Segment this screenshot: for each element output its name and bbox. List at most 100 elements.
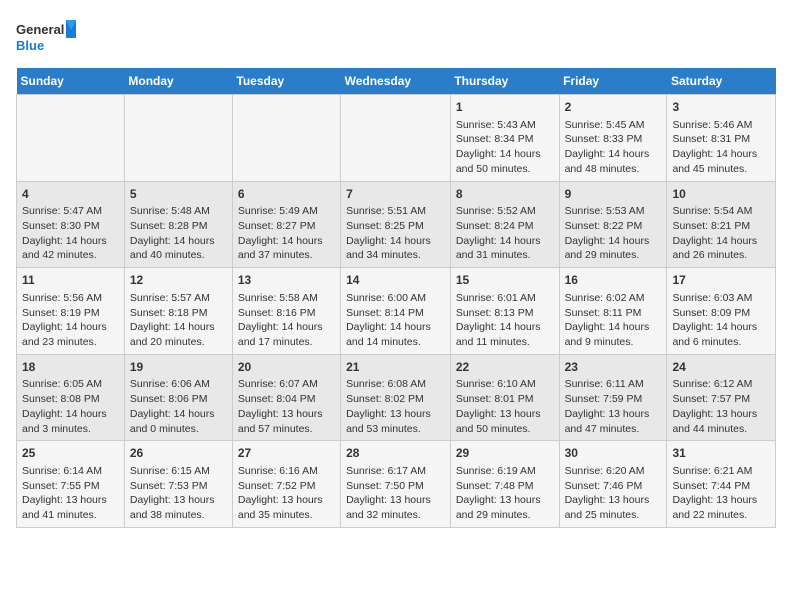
sunset-label: Sunset: 8:25 PM (346, 220, 424, 232)
day-number: 4 (22, 186, 119, 203)
sunrise-label: Sunrise: 6:01 AM (456, 292, 536, 304)
sunset-label: Sunset: 8:33 PM (565, 133, 643, 145)
sunrise-label: Sunrise: 5:43 AM (456, 119, 536, 131)
daylight-label: Daylight: 13 hours and 38 minutes. (130, 494, 215, 521)
calendar-cell: 1 Sunrise: 5:43 AM Sunset: 8:34 PM Daylight… (450, 95, 559, 182)
calendar-cell: 17Sunrise: 6:03 AMSunset: 8:09 PMDayligh… (667, 268, 776, 355)
day-number: 10 (672, 186, 770, 203)
day-number: 29 (456, 445, 554, 462)
day-number: 6 (238, 186, 335, 203)
calendar-cell: 3Sunrise: 5:46 AMSunset: 8:31 PMDaylight… (667, 95, 776, 182)
day-of-week-header: Thursday (450, 68, 559, 95)
day-number: 22 (456, 359, 554, 376)
day-of-week-header: Saturday (667, 68, 776, 95)
sunrise-label: Sunrise: 6:08 AM (346, 378, 426, 390)
day-number: 24 (672, 359, 770, 376)
sunset-label: Sunset: 7:50 PM (346, 480, 424, 492)
sunrise-label: Sunrise: 6:20 AM (565, 465, 645, 477)
daylight-label: Daylight: 13 hours and 50 minutes. (456, 408, 541, 435)
daylight-label: Daylight: 13 hours and 29 minutes. (456, 494, 541, 521)
daylight-label: Daylight: 14 hours and 14 minutes. (346, 321, 431, 348)
sunrise-label: Sunrise: 6:06 AM (130, 378, 210, 390)
calendar-week-row: 18Sunrise: 6:05 AMSunset: 8:08 PMDayligh… (17, 354, 776, 441)
calendar-cell: 9Sunrise: 5:53 AMSunset: 8:22 PMDaylight… (559, 181, 667, 268)
daylight-label: Daylight: 13 hours and 22 minutes. (672, 494, 757, 521)
sunrise-label: Sunrise: 5:49 AM (238, 205, 318, 217)
daylight-label: Daylight: 14 hours and 20 minutes. (130, 321, 215, 348)
logo-svg: General Blue (16, 16, 76, 60)
calendar-cell: 5Sunrise: 5:48 AMSunset: 8:28 PMDaylight… (124, 181, 232, 268)
sunset-label: Sunset: 8:24 PM (456, 220, 534, 232)
sunrise-label: Sunrise: 5:58 AM (238, 292, 318, 304)
day-number: 7 (346, 186, 445, 203)
day-of-week-header: Sunday (17, 68, 125, 95)
daylight-label: Daylight: 13 hours and 47 minutes. (565, 408, 650, 435)
calendar-header-row: SundayMondayTuesdayWednesdayThursdayFrid… (17, 68, 776, 95)
sunset-label: Sunset: 8:13 PM (456, 307, 534, 319)
day-number: 25 (22, 445, 119, 462)
sunrise-label: Sunrise: 6:02 AM (565, 292, 645, 304)
calendar-cell: 21Sunrise: 6:08 AMSunset: 8:02 PMDayligh… (341, 354, 451, 441)
day-number: 17 (672, 272, 770, 289)
daylight-label: Daylight: 14 hours and 50 minutes. (456, 148, 541, 175)
calendar-cell: 16Sunrise: 6:02 AMSunset: 8:11 PMDayligh… (559, 268, 667, 355)
day-number: 16 (565, 272, 662, 289)
calendar-cell: 29Sunrise: 6:19 AMSunset: 7:48 PMDayligh… (450, 441, 559, 528)
calendar-cell: 4Sunrise: 5:47 AMSunset: 8:30 PMDaylight… (17, 181, 125, 268)
day-of-week-header: Wednesday (341, 68, 451, 95)
calendar-cell: 19Sunrise: 6:06 AMSunset: 8:06 PMDayligh… (124, 354, 232, 441)
calendar-week-row: 4Sunrise: 5:47 AMSunset: 8:30 PMDaylight… (17, 181, 776, 268)
daylight-label: Daylight: 14 hours and 17 minutes. (238, 321, 323, 348)
sunset-label: Sunset: 7:53 PM (130, 480, 208, 492)
day-of-week-header: Tuesday (232, 68, 340, 95)
day-number: 8 (456, 186, 554, 203)
calendar-cell: 18Sunrise: 6:05 AMSunset: 8:08 PMDayligh… (17, 354, 125, 441)
calendar-cell: 31Sunrise: 6:21 AMSunset: 7:44 PMDayligh… (667, 441, 776, 528)
sunset-label: Sunset: 8:02 PM (346, 393, 424, 405)
day-of-week-header: Monday (124, 68, 232, 95)
sunset-label: Sunset: 8:11 PM (565, 307, 642, 319)
sunrise-label: Sunrise: 5:57 AM (130, 292, 210, 304)
daylight-label: Daylight: 13 hours and 57 minutes. (238, 408, 323, 435)
calendar-cell (17, 95, 125, 182)
daylight-label: Daylight: 13 hours and 35 minutes. (238, 494, 323, 521)
sunset-label: Sunset: 8:34 PM (456, 133, 534, 145)
sunset-label: Sunset: 7:44 PM (672, 480, 750, 492)
sunset-label: Sunset: 8:28 PM (130, 220, 208, 232)
day-number: 30 (565, 445, 662, 462)
daylight-label: Daylight: 14 hours and 3 minutes. (22, 408, 107, 435)
sunset-label: Sunset: 7:59 PM (565, 393, 643, 405)
day-of-week-header: Friday (559, 68, 667, 95)
daylight-label: Daylight: 14 hours and 37 minutes. (238, 235, 323, 262)
day-number: 1 (456, 99, 554, 116)
logo: General Blue (16, 16, 76, 60)
day-number: 15 (456, 272, 554, 289)
calendar-cell: 14Sunrise: 6:00 AMSunset: 8:14 PMDayligh… (341, 268, 451, 355)
daylight-label: Daylight: 14 hours and 40 minutes. (130, 235, 215, 262)
calendar-week-row: 1 Sunrise: 5:43 AM Sunset: 8:34 PM Daylight… (17, 95, 776, 182)
sunrise-label: Sunrise: 5:51 AM (346, 205, 426, 217)
calendar-cell: 6Sunrise: 5:49 AMSunset: 8:27 PMDaylight… (232, 181, 340, 268)
sunrise-label: Sunrise: 6:10 AM (456, 378, 536, 390)
calendar-cell: 2Sunrise: 5:45 AMSunset: 8:33 PMDaylight… (559, 95, 667, 182)
sunset-label: Sunset: 8:22 PM (565, 220, 643, 232)
day-number: 23 (565, 359, 662, 376)
daylight-label: Daylight: 13 hours and 25 minutes. (565, 494, 650, 521)
sunrise-label: Sunrise: 6:15 AM (130, 465, 210, 477)
sunset-label: Sunset: 8:31 PM (672, 133, 750, 145)
calendar-cell: 30Sunrise: 6:20 AMSunset: 7:46 PMDayligh… (559, 441, 667, 528)
calendar-cell: 25Sunrise: 6:14 AMSunset: 7:55 PMDayligh… (17, 441, 125, 528)
sunset-label: Sunset: 7:52 PM (238, 480, 316, 492)
calendar-cell: 27Sunrise: 6:16 AMSunset: 7:52 PMDayligh… (232, 441, 340, 528)
sunrise-label: Sunrise: 6:16 AM (238, 465, 318, 477)
day-number: 2 (565, 99, 662, 116)
calendar-cell: 22Sunrise: 6:10 AMSunset: 8:01 PMDayligh… (450, 354, 559, 441)
calendar-cell (341, 95, 451, 182)
page-header: General Blue (16, 16, 776, 60)
svg-text:General: General (16, 22, 64, 37)
calendar-cell (232, 95, 340, 182)
calendar-cell: 28Sunrise: 6:17 AMSunset: 7:50 PMDayligh… (341, 441, 451, 528)
calendar-cell: 8Sunrise: 5:52 AMSunset: 8:24 PMDaylight… (450, 181, 559, 268)
day-number: 19 (130, 359, 227, 376)
sunrise-label: Sunrise: 6:21 AM (672, 465, 752, 477)
